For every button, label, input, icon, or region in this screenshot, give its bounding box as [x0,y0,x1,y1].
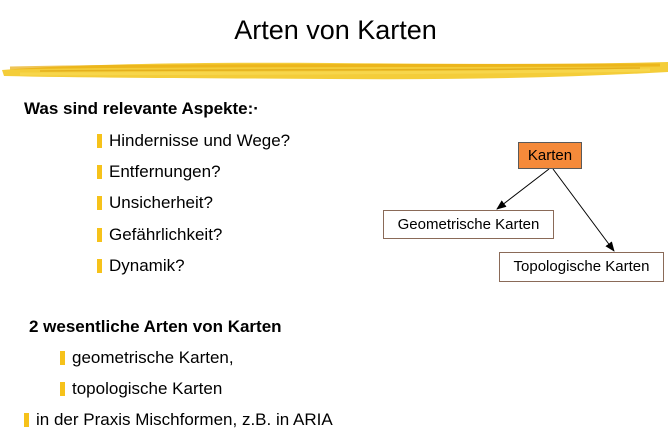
diagram-geometric-node: Geometrische Karten [383,210,554,239]
diagram-root-node: Karten [518,142,582,169]
map-hierarchy-connectors [496,168,615,252]
diagram-topological-node: Topologische Karten [499,252,664,282]
connector-to-geometric [496,168,550,210]
connector-to-topological [552,168,615,252]
